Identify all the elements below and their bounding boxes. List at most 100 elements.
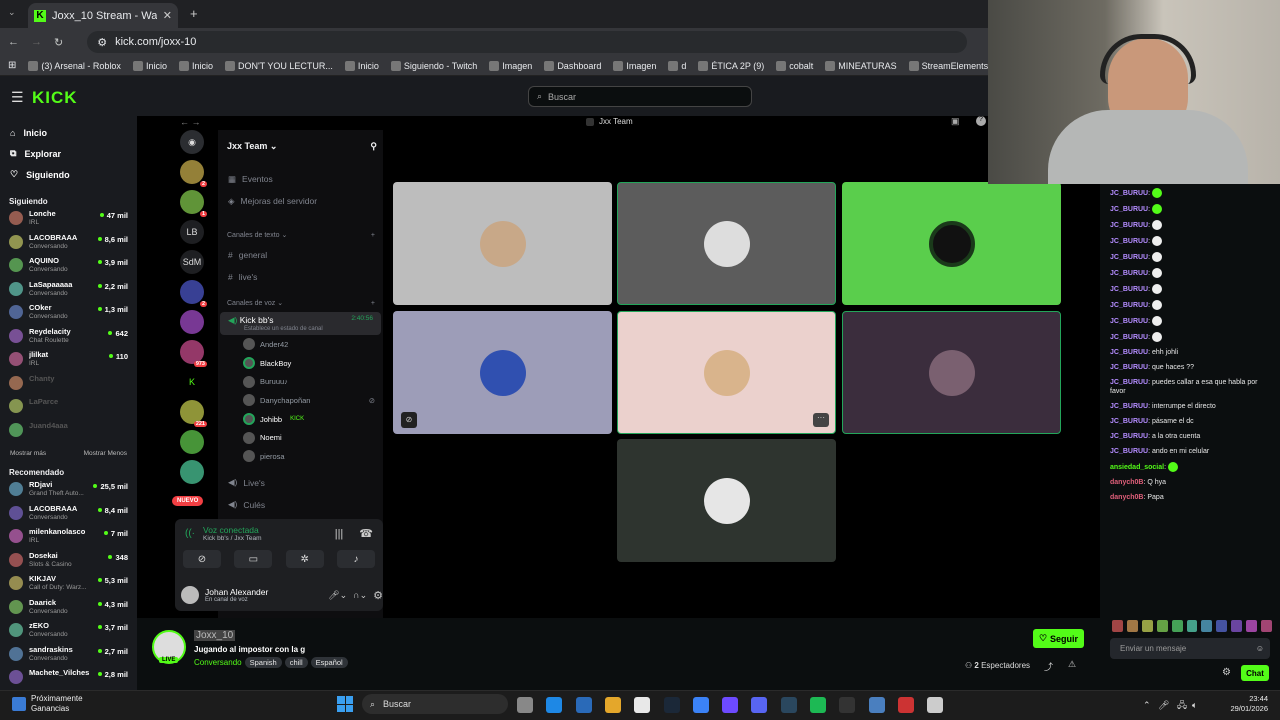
- forward-icon[interactable]: →: [31, 36, 42, 48]
- chat-username[interactable]: danych0B: [1110, 494, 1143, 501]
- chat-username[interactable]: JC_BURUU: [1110, 448, 1148, 455]
- weather-widget[interactable]: Próximamente Ganancias: [12, 694, 83, 714]
- sidebar-channel[interactable]: zEKO Conversando 3,7 mil: [0, 621, 137, 645]
- sidebar-channel[interactable]: milenkanolasco IRL 7 mil: [0, 527, 137, 551]
- taskbar-app-icon[interactable]: [517, 697, 533, 713]
- taskbar-app-icon[interactable]: [575, 697, 592, 713]
- bookmark-item[interactable]: Inicio: [344, 60, 379, 71]
- sidebar-channel[interactable]: jlilkat IRL 110: [0, 350, 137, 374]
- chat-username[interactable]: ansiedad_social: [1110, 464, 1164, 471]
- taskbar-app-icon[interactable]: [722, 697, 739, 713]
- taskbar-app-icon[interactable]: [634, 697, 651, 713]
- reload-icon[interactable]: ↻: [54, 36, 63, 49]
- taskbar-app-icon[interactable]: [604, 697, 621, 713]
- category-link[interactable]: Conversando: [194, 658, 242, 667]
- emote-icon[interactable]: [1171, 620, 1183, 632]
- emote-icon[interactable]: [1216, 620, 1228, 632]
- nav-following[interactable]: ♡ Siguiendo: [0, 164, 137, 185]
- emote-icon[interactable]: [1231, 620, 1243, 632]
- sidebar-channel[interactable]: LACOBRAAA Conversando 8,6 mil: [0, 233, 137, 257]
- nav-home[interactable]: ⌂ Inicio: [0, 122, 137, 143]
- close-tab-icon[interactable]: ✕: [163, 9, 172, 22]
- new-tab-icon[interactable]: +: [190, 6, 198, 21]
- chat-username[interactable]: JC_BURUU: [1110, 403, 1148, 410]
- chat-username[interactable]: danych0B: [1110, 479, 1143, 486]
- bookmark-item[interactable]: Inicio: [178, 60, 213, 71]
- sidebar-channel[interactable]: LaParce: [0, 397, 137, 421]
- sidebar-channel[interactable]: AQUINO Conversando 3,9 mil: [0, 256, 137, 280]
- show-more-link[interactable]: Mostrar más: [10, 450, 46, 457]
- taskbar-app-icon[interactable]: [780, 697, 797, 713]
- chat-username[interactable]: JC_BURUU: [1110, 190, 1148, 197]
- back-icon[interactable]: ←: [8, 36, 19, 48]
- show-less-link[interactable]: Mostrar Menos: [84, 450, 127, 457]
- taskbar-search[interactable]: ⌕ Buscar: [362, 694, 508, 714]
- chat-username[interactable]: JC_BURUU: [1110, 418, 1148, 425]
- sidebar-channel[interactable]: Chanty: [0, 374, 137, 398]
- bookmark-item[interactable]: MINEATURAS: [825, 60, 897, 71]
- chat-send-button[interactable]: Chat: [1241, 665, 1269, 681]
- bookmark-item[interactable]: Inicio: [132, 60, 167, 71]
- bookmark-item[interactable]: Dashboard: [544, 60, 601, 71]
- sidebar-channel[interactable]: sandraskins Conversando 2,7 mil: [0, 645, 137, 669]
- taskbar-app-icon[interactable]: [546, 697, 563, 713]
- tag[interactable]: Español: [310, 657, 348, 668]
- chat-username[interactable]: JC_BURUU: [1110, 222, 1148, 229]
- bookmark-item[interactable]: Imagen: [489, 60, 532, 71]
- chat-username[interactable]: JC_BURUU: [1110, 270, 1148, 277]
- taskbar-app-icon[interactable]: [897, 697, 914, 713]
- chat-username[interactable]: JC_BURUU: [1110, 238, 1148, 245]
- emote-icon[interactable]: [1186, 620, 1198, 632]
- tray-icons[interactable]: ⌃ 🎤︎ 🖧 🔈︎: [1143, 698, 1197, 714]
- emote-icon[interactable]: [1261, 620, 1272, 632]
- taskbar-app-icon[interactable]: [927, 697, 944, 713]
- url-field[interactable]: ⚙ kick.com/joxx-10: [87, 31, 968, 53]
- taskbar-app-icon[interactable]: [663, 697, 680, 713]
- emote-icon[interactable]: [1201, 620, 1213, 632]
- chat-username[interactable]: JC_BURUU: [1110, 334, 1148, 341]
- bookmark-item[interactable]: Imagen: [613, 60, 656, 71]
- nav-explore[interactable]: ⧉ Explorar: [0, 143, 137, 164]
- chat-username[interactable]: JC_BURUU: [1110, 349, 1148, 356]
- share-icon[interactable]: ⤴: [1044, 660, 1053, 673]
- sidebar-channel[interactable]: Dosekai Slots & Casino 348: [0, 551, 137, 575]
- sidebar-channel[interactable]: KIKJAV Call of Duty: Warz... 5,3 mil: [0, 574, 137, 598]
- search-input[interactable]: ⌕ Buscar: [528, 86, 752, 107]
- clock[interactable]: 23:44 29/01/2026: [1218, 694, 1268, 714]
- tag[interactable]: Spanish: [244, 657, 282, 668]
- sidebar-channel[interactable]: LaSapaaaaa Conversando 2,2 mil: [0, 280, 137, 304]
- emote-icon[interactable]: [1246, 620, 1258, 632]
- chat-username[interactable]: JC_BURUU: [1110, 286, 1148, 293]
- windows-start-icon[interactable]: [337, 696, 353, 712]
- apps-grid-icon[interactable]: ⊞: [8, 60, 16, 71]
- kick-logo[interactable]: KICK: [32, 88, 78, 108]
- tag[interactable]: chill: [284, 657, 308, 668]
- browser-tab[interactable]: K Joxx_10 Stream - Watch Live on ✕: [28, 3, 178, 28]
- streamer-name[interactable]: Joxx_10: [194, 630, 236, 641]
- bookmark-item[interactable]: Siguiendo - Twitch: [390, 60, 477, 71]
- menu-icon[interactable]: ☰: [11, 89, 24, 106]
- chat-username[interactable]: JC_BURUU: [1110, 379, 1148, 386]
- chat-username[interactable]: JC_BURUU: [1110, 364, 1148, 371]
- site-info-icon[interactable]: ⚙: [97, 36, 107, 49]
- bookmark-item[interactable]: DON'T YOU LECTUR...: [224, 60, 333, 71]
- sidebar-channel[interactable]: RDjavi Grand Theft Auto... 25,5 mil: [0, 480, 137, 504]
- bookmark-item[interactable]: StreamElements -: [908, 60, 994, 71]
- sidebar-channel[interactable]: LACOBRAAA Conversando 8,4 mil: [0, 504, 137, 528]
- bookmark-item[interactable]: d: [668, 60, 686, 71]
- chat-username[interactable]: JC_BURUU: [1110, 206, 1148, 213]
- sidebar-channel[interactable]: Reydelacity Chat Roulette 642: [0, 327, 137, 351]
- emote-icon[interactable]: [1126, 620, 1138, 632]
- chat-settings-icon[interactable]: ⚙: [1222, 667, 1231, 678]
- chat-username[interactable]: JC_BURUU: [1110, 433, 1148, 440]
- bookmark-item[interactable]: ÉTICA 2P (9): [698, 60, 764, 71]
- tab-list-icon[interactable]: ⌄: [8, 7, 16, 18]
- chat-username[interactable]: JC_BURUU: [1110, 318, 1148, 325]
- follow-button[interactable]: ♡ Seguir: [1033, 629, 1084, 648]
- taskbar-app-icon[interactable]: [839, 697, 856, 713]
- emote-icon[interactable]: [1156, 620, 1168, 632]
- bookmark-item[interactable]: cobalt: [776, 60, 813, 71]
- chat-input[interactable]: Enviar un mensaje ☺: [1110, 638, 1270, 659]
- emote-icon[interactable]: [1112, 620, 1123, 632]
- taskbar-app-icon[interactable]: [810, 697, 826, 713]
